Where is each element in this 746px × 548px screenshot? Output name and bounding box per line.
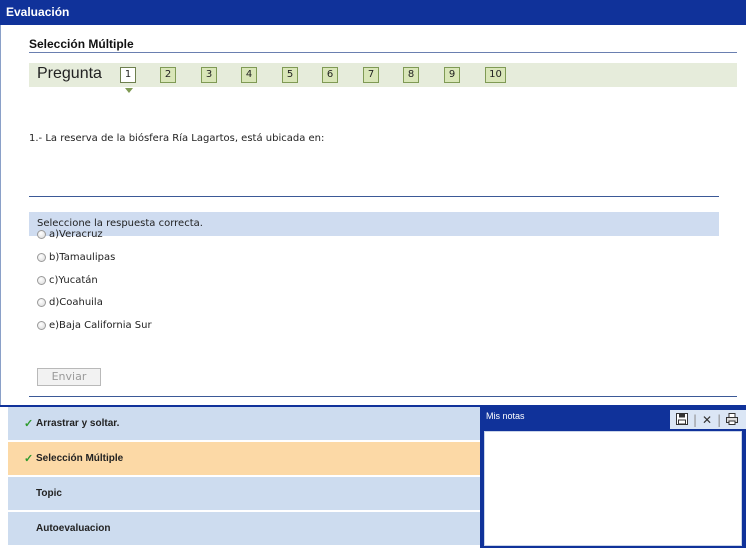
page-button-6[interactable]: 6 [322,67,338,83]
notes-panel: Mis notas | ✕ | [480,407,746,548]
page-button-1[interactable]: 1 [120,67,136,83]
page-button-4[interactable]: 4 [241,67,257,83]
option-label: e)Baja California Sur [49,320,152,331]
radio-button[interactable] [37,253,46,262]
save-icon[interactable] [676,412,688,427]
notes-title: Mis notas [486,411,525,421]
page-button-5[interactable]: 5 [282,67,298,83]
nav-item-label: Autoevaluacion [36,523,111,534]
question-divider [29,196,719,197]
topic-nav: ✓ Arrastrar y soltar. ✓ Selección Múltip… [8,407,480,548]
question-pager: Pregunta 1 2 3 4 5 6 7 8 9 10 [29,63,737,87]
check-icon: ✓ [24,418,34,430]
page-button-3[interactable]: 3 [201,67,217,83]
check-icon: ✓ [24,453,34,465]
page-button-9[interactable]: 9 [444,67,460,83]
footer-divider [29,396,737,397]
notes-toolbar: | ✕ | [670,410,746,429]
print-icon[interactable] [726,412,739,427]
option-a[interactable]: a)Veracruz [37,229,103,240]
option-label: a)Veracruz [49,229,103,240]
section-divider [29,52,737,53]
nav-item-label: Arrastrar y soltar. [36,418,120,429]
window-title: Evaluación [0,0,746,25]
close-icon[interactable]: ✕ [702,414,712,426]
option-e[interactable]: e)Baja California Sur [37,320,152,331]
option-label: d)Coahuila [49,297,103,308]
instruction-bar: Seleccione la respuesta correcta. [29,212,719,236]
section-title: Selección Múltiple [29,37,134,51]
page-button-7[interactable]: 7 [363,67,379,83]
nav-item-label: Selección Múltiple [36,453,124,464]
page-button-2[interactable]: 2 [160,67,176,83]
option-label: c)Yucatán [49,275,98,286]
question-text: 1.- La reserva de la biósfera Ría Lagart… [29,133,325,144]
current-page-marker [125,88,133,93]
page-button-10[interactable]: 10 [485,67,506,83]
radio-button[interactable] [37,230,46,239]
radio-button[interactable] [37,321,46,330]
notes-textarea[interactable] [484,431,742,546]
option-label: b)Tamaulipas [49,252,116,263]
nav-item-autoevaluacion[interactable]: Autoevaluacion [8,512,480,546]
nav-item-topic[interactable]: Topic [8,477,480,511]
bottom-panel: ✓ Arrastrar y soltar. ✓ Selección Múltip… [0,405,746,548]
nav-item-seleccion-multiple[interactable]: ✓ Selección Múltiple [8,442,480,476]
page-button-8[interactable]: 8 [403,67,419,83]
option-c[interactable]: c)Yucatán [37,275,98,286]
nav-item-arrastrar[interactable]: ✓ Arrastrar y soltar. [8,407,480,441]
radio-button[interactable] [37,298,46,307]
submit-button[interactable]: Enviar [37,368,101,386]
nav-item-label: Topic [36,488,62,499]
pager-label: Pregunta [37,65,102,82]
evaluation-panel: Selección Múltiple Pregunta 1 2 3 4 5 6 … [0,25,746,405]
radio-button[interactable] [37,276,46,285]
option-d[interactable]: d)Coahuila [37,297,103,308]
option-b[interactable]: b)Tamaulipas [37,252,115,263]
